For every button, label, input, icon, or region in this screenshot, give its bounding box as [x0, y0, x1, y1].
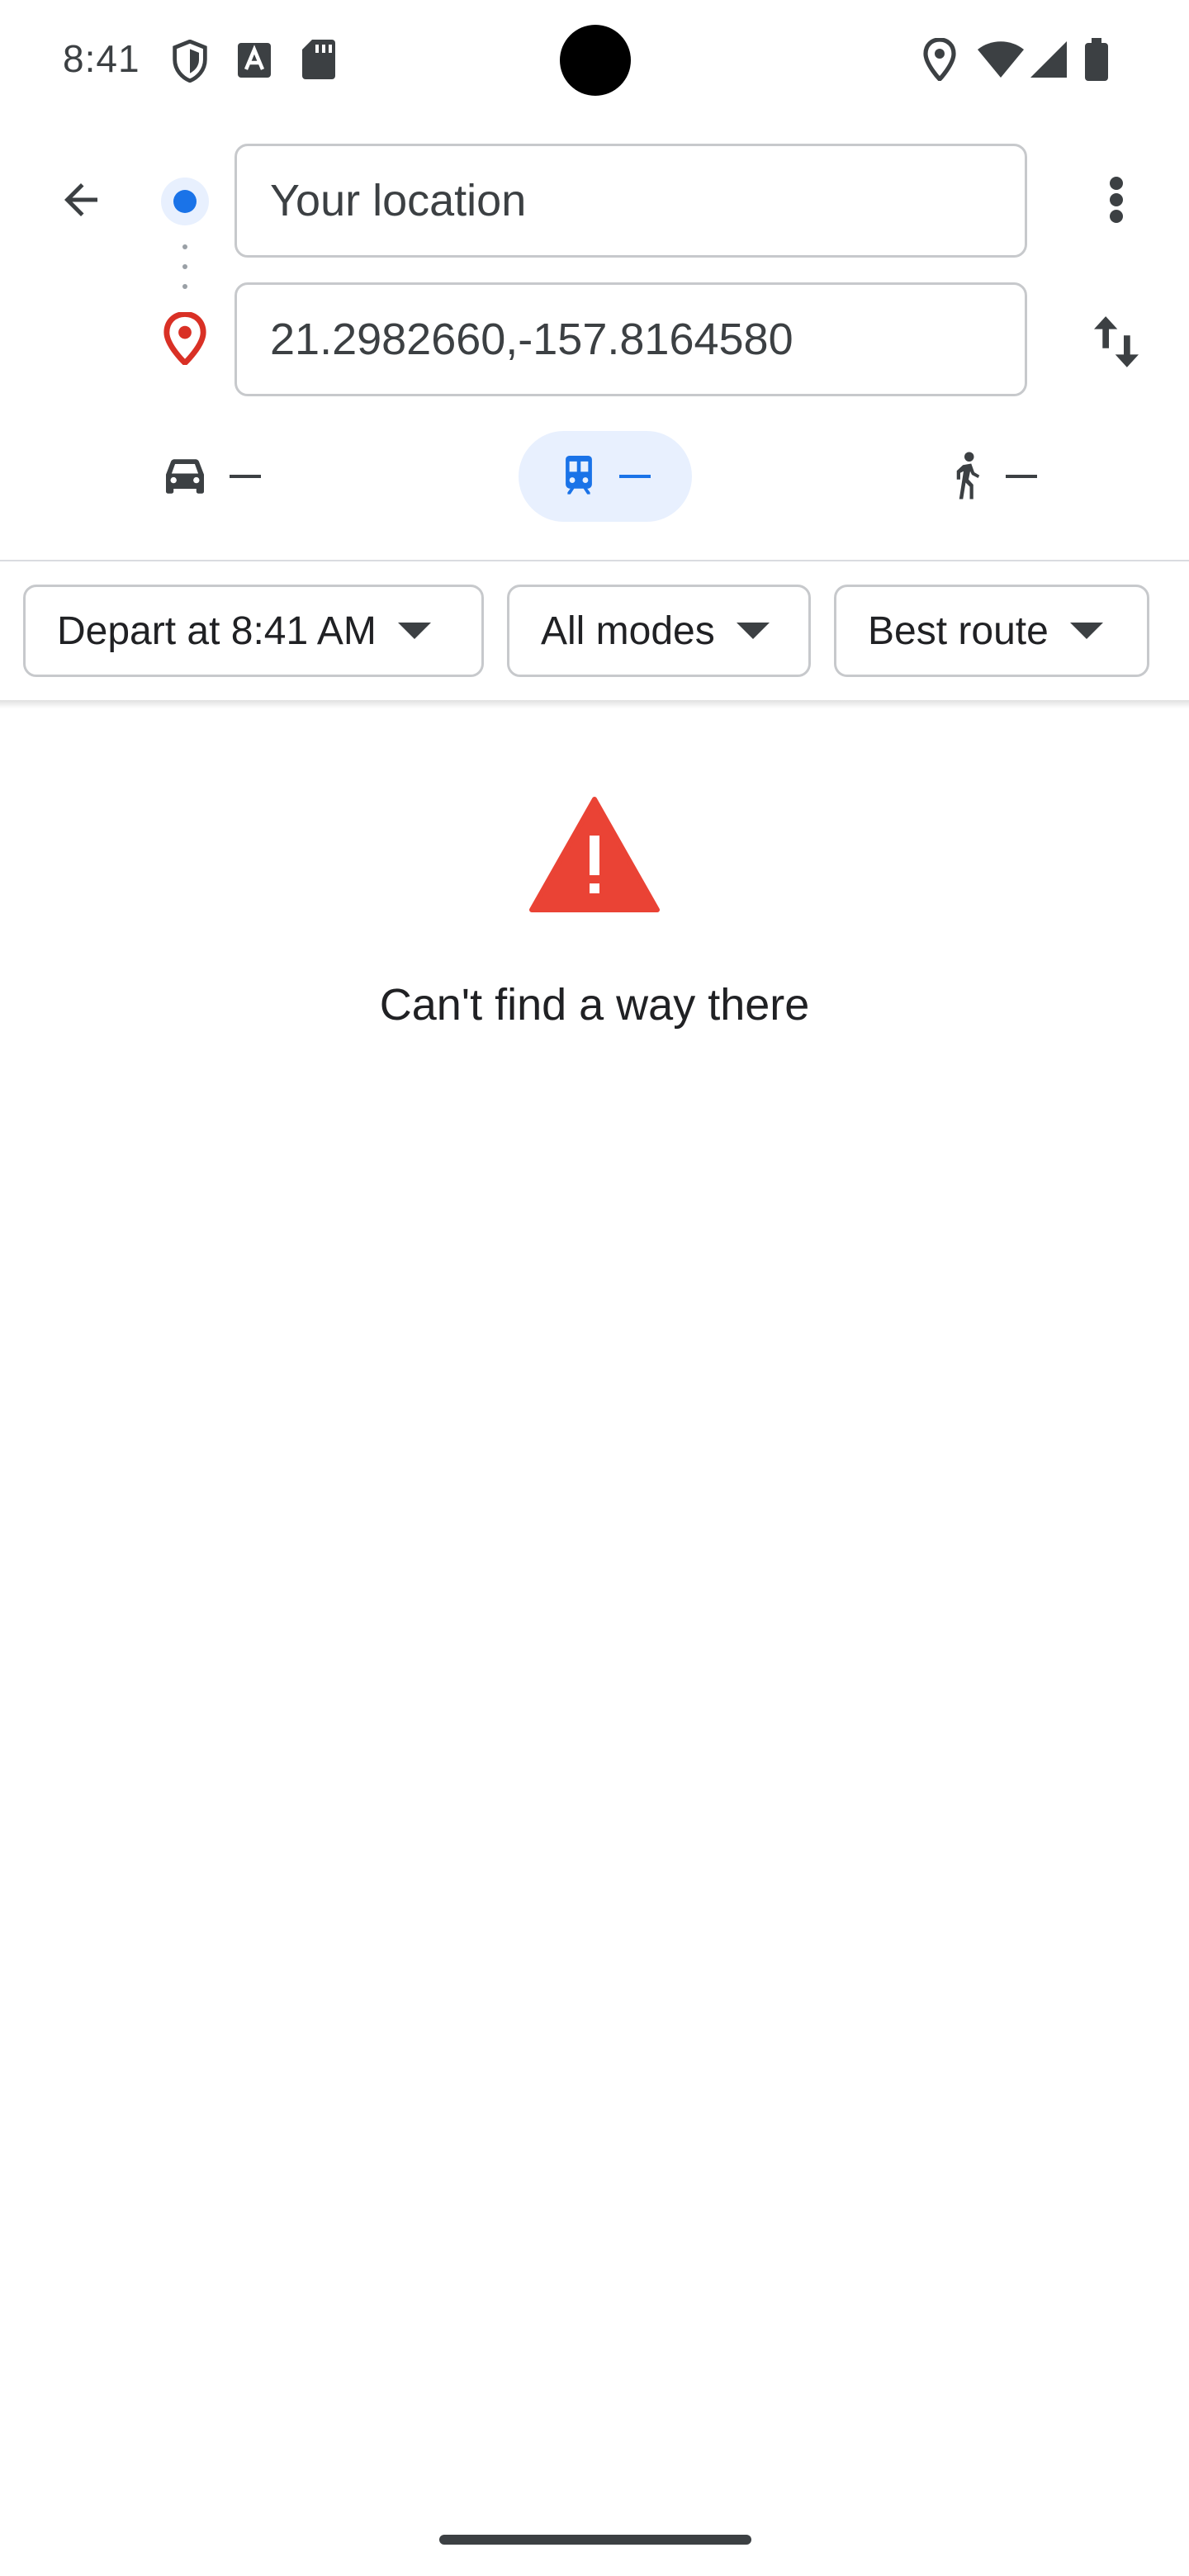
back-button[interactable]	[46, 165, 116, 234]
dropdown-arrow-icon	[397, 623, 431, 639]
status-time: 8:41	[63, 37, 140, 80]
more-vert-icon	[1110, 177, 1123, 223]
route-preference-chip[interactable]: Best route	[834, 585, 1149, 677]
status-bar: 8:41	[0, 0, 1189, 124]
car-icon	[166, 459, 204, 494]
train-icon	[566, 456, 592, 495]
more-options-button[interactable]	[1082, 165, 1151, 234]
camera-cutout	[560, 25, 631, 96]
transit-modes-chip[interactable]: All modes	[507, 585, 811, 677]
no-route-message: Can't find a way there	[379, 980, 810, 1030]
swap-vert-icon	[1094, 316, 1139, 367]
destination-pin-icon	[163, 312, 206, 365]
location-icon	[923, 38, 956, 81]
depart-time-label: Depart at 8:41 AM	[57, 608, 377, 653]
shield-icon	[173, 40, 207, 83]
route-connector-dots	[180, 244, 190, 294]
origin-dot-icon	[155, 172, 215, 231]
sd-card-icon	[302, 40, 335, 79]
home-indicator[interactable]	[439, 2535, 751, 2545]
dropdown-arrow-icon	[1069, 623, 1103, 639]
wifi-icon	[978, 41, 1024, 78]
battery-icon	[1085, 38, 1108, 81]
travel-mode-drive[interactable]	[162, 431, 261, 522]
arrow-back-icon	[64, 183, 97, 216]
transit-duration	[619, 475, 651, 478]
travel-mode-transit[interactable]	[519, 431, 692, 522]
swap-locations-button[interactable]	[1078, 304, 1154, 380]
walk-icon	[956, 452, 980, 500]
text-a-icon	[238, 43, 271, 78]
drive-duration	[230, 475, 261, 478]
destination-input-value: 21.2982660,-157.8164580	[270, 315, 793, 364]
directions-screen: 8:41 Your location 21.2982660,-157.81645…	[0, 0, 1189, 2576]
depart-time-chip[interactable]: Depart at 8:41 AM	[23, 585, 484, 677]
origin-input-value: Your location	[270, 176, 527, 225]
cellular-signal-icon	[1030, 41, 1067, 78]
chips-shadow	[0, 700, 1189, 708]
dropdown-arrow-icon	[736, 623, 770, 639]
route-preference-label: Best route	[868, 608, 1049, 653]
warning-icon	[529, 797, 660, 912]
destination-input[interactable]: 21.2982660,-157.8164580	[234, 282, 1027, 396]
transit-modes-label: All modes	[541, 608, 715, 653]
walk-duration	[1006, 475, 1037, 478]
modes-divider	[0, 560, 1189, 561]
travel-mode-walk[interactable]	[948, 431, 1037, 522]
origin-input[interactable]: Your location	[234, 144, 1027, 258]
